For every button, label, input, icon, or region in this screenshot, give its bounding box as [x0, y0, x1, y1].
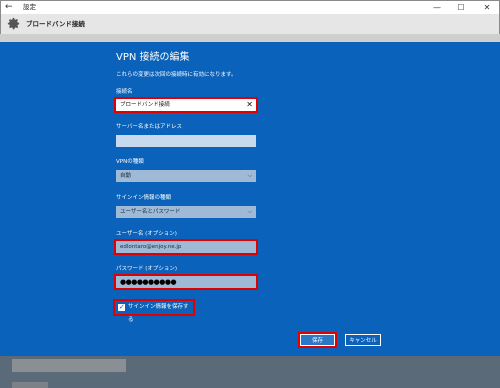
- background-button: [12, 382, 48, 388]
- signin-type-label: サインイン情報の種類: [116, 195, 172, 201]
- remember-signin-label: サインイン情報を保存する: [128, 304, 189, 323]
- background-overlay: [0, 356, 500, 388]
- signin-type-value: ユーザー名とパスワード: [120, 209, 181, 215]
- dialog-subtitle: これらの変更は次回の接続時に有効になります。: [116, 72, 237, 78]
- close-button[interactable]: ✕: [479, 1, 495, 14]
- chevron-down-icon: ⌵: [247, 208, 252, 215]
- server-label: サーバー名またはアドレス: [116, 124, 182, 130]
- gear-icon: [7, 17, 20, 30]
- dialog-title: VPN 接続の編集: [116, 52, 190, 63]
- password-input[interactable]: ●●●●●●●●●●: [116, 276, 256, 288]
- checkbox[interactable]: ✓: [118, 303, 125, 311]
- chevron-down-icon: ⌵: [247, 172, 252, 179]
- vpn-edit-dialog: VPN 接続の編集 これらの変更は次回の接続時に有効になります。 接続名 ブロー…: [0, 42, 500, 356]
- settings-window: ← 設定 — ☐ ✕ ブロードバンド接続 VPN 接続の編集 これらの変更は次回…: [0, 0, 500, 388]
- clear-icon[interactable]: ✕: [246, 99, 253, 111]
- username-input[interactable]: edlontaro@enjoy.ne.jp: [116, 241, 256, 253]
- title-bar: ← 設定 — ☐ ✕: [0, 0, 500, 14]
- maximize-button[interactable]: ☐: [453, 1, 469, 14]
- password-value: ●●●●●●●●●●: [120, 278, 177, 286]
- vpn-type-value: 自動: [120, 173, 132, 179]
- vpn-type-select[interactable]: 自動 ⌵: [116, 170, 256, 182]
- background-strip: [0, 34, 500, 42]
- minimize-button[interactable]: —: [429, 1, 445, 14]
- save-button[interactable]: 保存: [300, 334, 335, 346]
- connection-name-input[interactable]: ブロードバンド接続 ✕: [116, 99, 256, 111]
- checkmark-icon: ✓: [119, 303, 125, 311]
- background-field: [12, 359, 126, 372]
- page-title: ブロードバンド接続: [26, 20, 85, 28]
- connection-name-value: ブロードバンド接続: [120, 102, 170, 108]
- username-label: ユーザー名 (オプション): [116, 231, 177, 237]
- window-title: 設定: [23, 3, 36, 11]
- signin-type-select[interactable]: ユーザー名とパスワード ⌵: [116, 206, 256, 218]
- vpn-type-label: VPNの種類: [116, 159, 144, 165]
- server-input[interactable]: [116, 135, 256, 147]
- page-header: ブロードバンド接続: [0, 14, 500, 34]
- back-arrow-icon[interactable]: ←: [5, 1, 13, 14]
- connection-name-label: 接続名: [116, 89, 133, 95]
- remember-signin-checkbox[interactable]: ✓ サインイン情報を保存する: [115, 301, 193, 323]
- password-label: パスワード (オプション): [116, 266, 178, 272]
- cancel-button[interactable]: キャンセル: [345, 334, 381, 346]
